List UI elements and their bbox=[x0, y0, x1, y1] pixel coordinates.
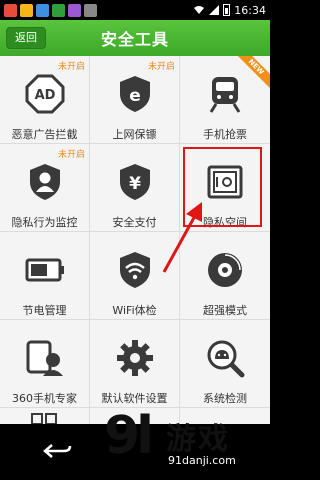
back-button[interactable]: 返回 bbox=[6, 27, 46, 49]
page-title: 安全工具 bbox=[100, 30, 169, 49]
annotation-arrow-icon bbox=[162, 202, 202, 273]
phone-expert-icon bbox=[25, 338, 65, 378]
app-notification-icon bbox=[68, 3, 81, 17]
app-notification-icon bbox=[84, 3, 97, 17]
secure-pay-icon: ¥ bbox=[115, 162, 155, 202]
wifi-icon bbox=[194, 6, 205, 14]
privacy-monitor-icon bbox=[25, 162, 65, 202]
tool-power-saving[interactable]: 节电管理 bbox=[0, 232, 90, 320]
partial-icon bbox=[30, 413, 57, 424]
watermark-name: 游戏 bbox=[166, 422, 230, 457]
status-tag: 未开启 bbox=[147, 62, 175, 72]
svg-text:e: e bbox=[129, 86, 141, 106]
app-notification-icon bbox=[4, 3, 17, 17]
app-notification-icon bbox=[52, 3, 65, 17]
disc-icon bbox=[205, 250, 245, 290]
app-notification-icon bbox=[20, 3, 33, 17]
tool-ad-block[interactable]: 未开启 AD 恶意广告拦截 bbox=[0, 56, 90, 144]
nav-back-icon[interactable] bbox=[42, 442, 72, 460]
tool-label: 系统检测 bbox=[203, 392, 247, 405]
tool-default-apps[interactable]: 默认软件设置 bbox=[90, 320, 180, 408]
gear-icon bbox=[115, 338, 155, 378]
site-watermark: 9l 游戏 91danji.com bbox=[104, 408, 264, 480]
tool-browser-guard[interactable]: 未开启 e 上网保镖 bbox=[90, 56, 180, 144]
wifi-shield-icon bbox=[115, 250, 155, 290]
tool-phone-expert[interactable]: 360手机专家 bbox=[0, 320, 90, 408]
new-badge: NEW bbox=[236, 56, 270, 90]
tool-privacy-monitor[interactable]: 未开启 隐私行为监控 bbox=[0, 144, 90, 232]
tool-label: 隐私行为监控 bbox=[11, 216, 78, 229]
battery-status-icon bbox=[223, 4, 231, 16]
browser-shield-icon: e bbox=[115, 74, 155, 114]
tool-system-check[interactable]: 系统检测 bbox=[180, 320, 270, 408]
status-bar: 16:34 bbox=[0, 0, 270, 20]
status-tag: 未开启 bbox=[57, 150, 85, 160]
signal-icon bbox=[209, 5, 220, 15]
svg-text:¥: ¥ bbox=[129, 174, 141, 194]
tool-label: 手机抢票 bbox=[203, 128, 247, 141]
tool-label: 超强模式 bbox=[203, 304, 247, 317]
tool-label: 安全支付 bbox=[112, 216, 157, 229]
tools-grid: 未开启 AD 恶意广告拦截 未开启 e 上网保镖 NEW 手机抢票 未开启 隐私… bbox=[0, 56, 270, 426]
tool-label: 节电管理 bbox=[22, 304, 67, 317]
app-notification-icon bbox=[36, 3, 49, 17]
android-search-icon bbox=[205, 338, 245, 378]
clock: 16:34 bbox=[234, 3, 266, 17]
ad-block-icon: AD bbox=[25, 74, 65, 114]
svg-text:AD: AD bbox=[34, 88, 55, 103]
notification-icons bbox=[4, 3, 97, 17]
watermark-logo: 9l bbox=[104, 406, 154, 466]
tool-label: 恶意广告拦截 bbox=[11, 128, 78, 141]
status-tag: 未开启 bbox=[57, 62, 85, 72]
tool-label: 360手机专家 bbox=[12, 392, 77, 405]
tool-label: WiFi体检 bbox=[112, 304, 157, 317]
tool-label: 上网保镖 bbox=[112, 128, 157, 141]
watermark-url: 91danji.com bbox=[168, 454, 236, 467]
tool-ticket-grab[interactable]: NEW 手机抢票 bbox=[180, 56, 270, 144]
battery-icon bbox=[25, 250, 65, 290]
tool-label: 默认软件设置 bbox=[101, 392, 168, 405]
title-bar: 返回 安全工具 bbox=[0, 20, 270, 56]
